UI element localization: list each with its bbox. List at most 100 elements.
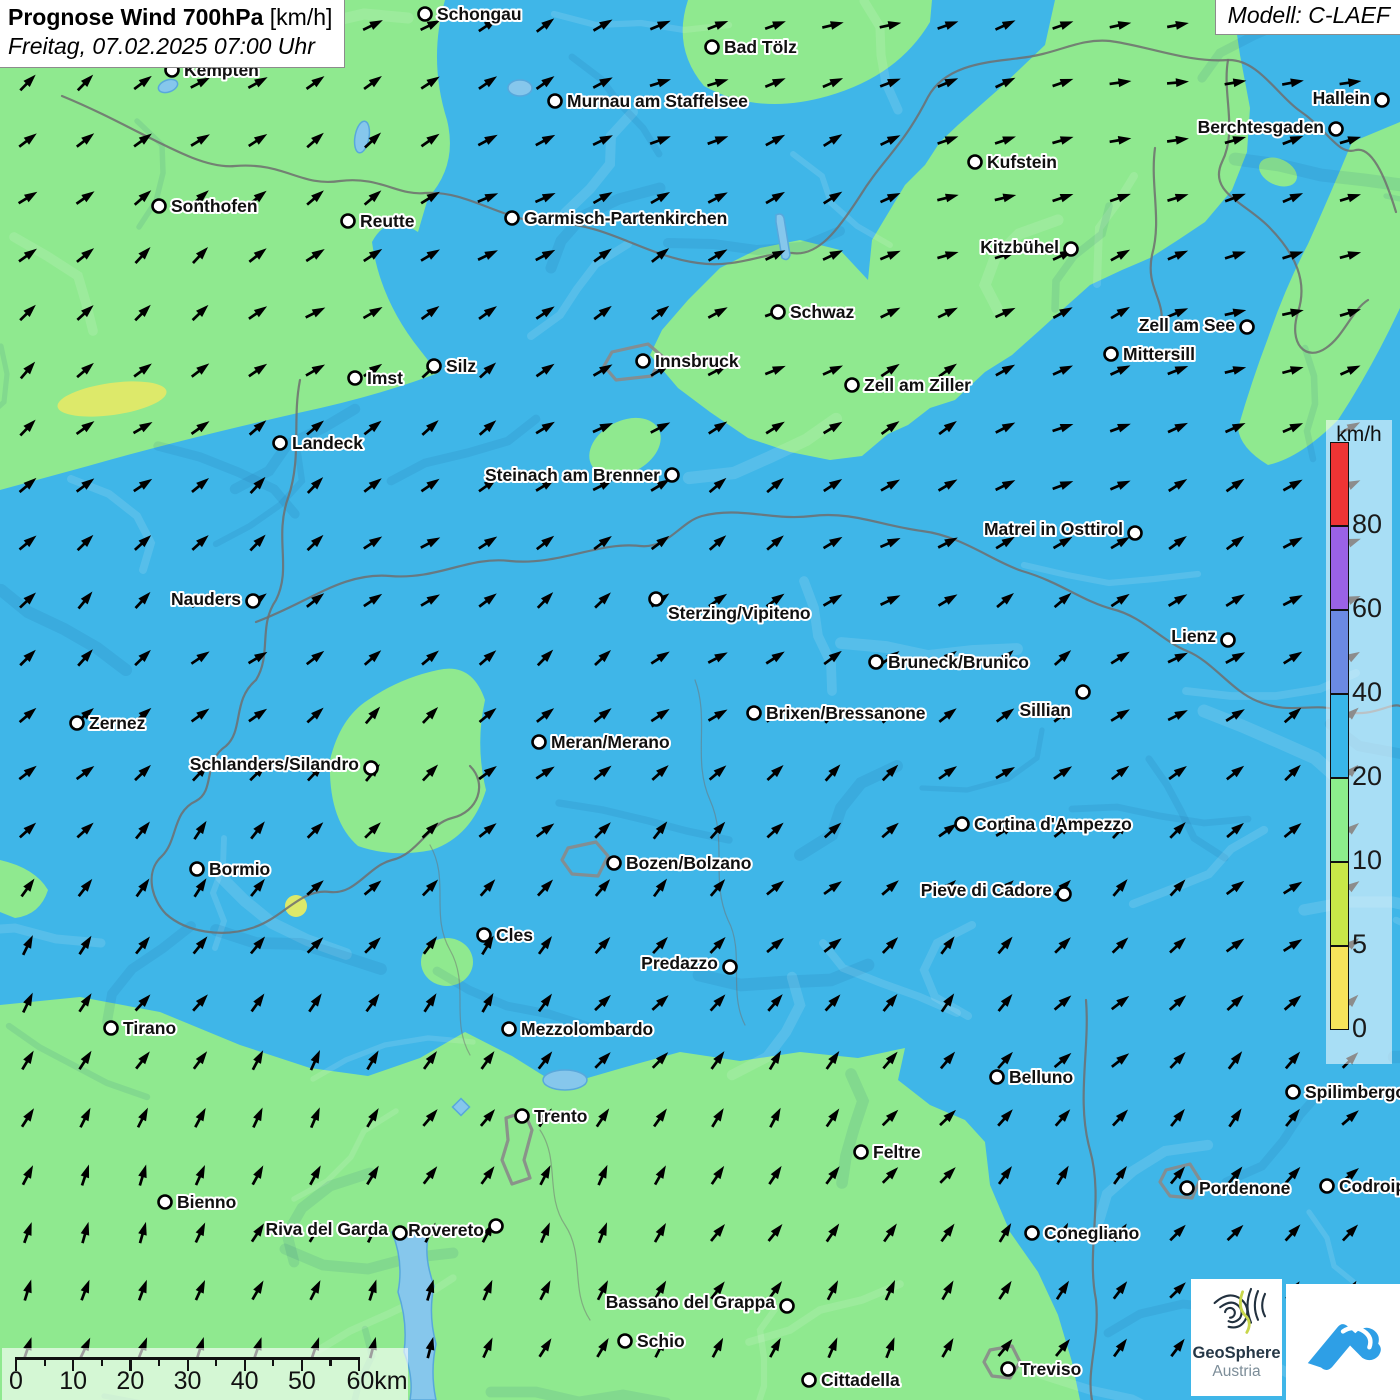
city-dot	[617, 1333, 633, 1349]
mountain-logo-icon	[1307, 1324, 1381, 1370]
city-dot	[426, 358, 442, 374]
city-dot	[1285, 1084, 1301, 1100]
city-label: Kitzbühel	[980, 237, 1059, 257]
city-dot	[417, 6, 433, 22]
city-dot	[770, 304, 786, 320]
city-dot	[746, 705, 762, 721]
scalebar-tick	[215, 1357, 218, 1366]
scalebar-tick	[43, 1357, 46, 1366]
city-label: Conegliano	[1044, 1223, 1139, 1243]
geosphere-country: Austria	[1212, 1363, 1261, 1380]
city-label: Mittersill	[1123, 344, 1195, 364]
legend-tick-label: 0	[1352, 1012, 1368, 1043]
city-dot	[514, 1108, 530, 1124]
city-label: Trento	[534, 1106, 587, 1126]
city-label: Innsbruck	[655, 351, 739, 371]
city-dot	[272, 435, 288, 451]
city-dot	[1000, 1361, 1016, 1377]
city-dot	[157, 1194, 173, 1210]
city-dot	[547, 93, 563, 109]
city-label: Steinach am Brenner	[485, 465, 660, 485]
legend-color-step	[1330, 442, 1349, 526]
city-dot	[844, 377, 860, 393]
wind-map-canvas: SchongauBad TölzKemptenMurnau am Staffel…	[0, 0, 1400, 1400]
city-label: Riva del Garda	[265, 1219, 388, 1239]
city-label: Codroipo	[1339, 1176, 1400, 1196]
city-label: Hallein	[1313, 88, 1370, 108]
legend-color-step	[1330, 610, 1349, 694]
city-dot	[476, 927, 492, 943]
legend-color-step	[1330, 694, 1349, 778]
scalebar-label: 30	[173, 1367, 202, 1395]
city-dot	[954, 816, 970, 832]
wind-speed-legend: km/h 80 60 40 20 10 5 0	[1326, 420, 1392, 1064]
legend-tick-label: 5	[1352, 928, 1368, 959]
valid-time: Freitag, 07.02.2025 07:00 Uhr	[8, 33, 315, 59]
city-label: Nauders	[171, 589, 241, 609]
city-dot	[1103, 346, 1119, 362]
legend-tick-label: 20	[1352, 760, 1383, 791]
city-label: Schwaz	[790, 302, 854, 322]
city-label: Bormio	[209, 859, 270, 879]
city-dot	[69, 715, 85, 731]
title-parameter: Prognose Wind 700hPa	[8, 4, 264, 30]
legend-color-step	[1330, 778, 1349, 862]
city-label: Silz	[446, 356, 476, 376]
city-dot	[531, 734, 547, 750]
scalebar-label: 0	[9, 1367, 23, 1395]
city-dot	[635, 353, 651, 369]
city-label: Kufstein	[987, 152, 1057, 172]
city-label: Pieve di Cadore	[921, 880, 1053, 900]
city-dot	[1328, 121, 1344, 137]
legend-tick-label: 60	[1352, 592, 1383, 623]
scalebar-tick	[100, 1357, 103, 1366]
city-label: Spilimbergo	[1305, 1082, 1400, 1102]
legend-tick-label: 80	[1352, 508, 1383, 539]
distance-scalebar: 0 10 20 30 40 50 60km	[2, 1348, 408, 1400]
legend-color-step	[1330, 526, 1349, 610]
city-label: Belluno	[1009, 1067, 1073, 1087]
city-dot	[989, 1069, 1005, 1085]
city-dot	[1239, 319, 1255, 335]
city-dot	[1319, 1178, 1335, 1194]
city-label: Bruneck/Brunico	[888, 652, 1029, 672]
city-dot	[779, 1298, 795, 1314]
city-label: Rovereto	[408, 1220, 484, 1240]
city-dot	[103, 1020, 119, 1036]
scalebar-label: 10	[59, 1367, 88, 1395]
city-label: Murnau am Staffelsee	[567, 91, 748, 111]
city-label: Meran/Merano	[551, 732, 670, 752]
city-label: Pordenone	[1199, 1178, 1291, 1198]
city-label: Feltre	[873, 1142, 921, 1162]
city-dot	[868, 654, 884, 670]
city-label: Bienno	[177, 1192, 236, 1212]
lake-staffelsee	[507, 79, 533, 97]
city-label: Schongau	[437, 4, 522, 24]
city-dot	[1374, 92, 1390, 108]
city-dot	[347, 370, 363, 386]
map-title: Prognose Wind 700hPa [km/h]	[8, 4, 332, 31]
city-dot	[1179, 1180, 1195, 1196]
city-label: Treviso	[1020, 1359, 1081, 1379]
city-label: Schlanders/Silandro	[190, 754, 359, 774]
city-dot	[501, 1021, 517, 1037]
city-label: Sonthofen	[171, 196, 258, 216]
scalebar-tick	[329, 1357, 332, 1366]
scalebar-label: 60km	[346, 1367, 408, 1395]
city-dot	[1127, 525, 1143, 541]
city-label: Bozen/Bolzano	[626, 853, 751, 873]
legend-color-step	[1330, 862, 1349, 946]
scalebar-tick	[272, 1357, 275, 1366]
title-unit: [km/h]	[263, 4, 333, 30]
city-label: Berchtesgaden	[1198, 117, 1324, 137]
scalebar-tick	[157, 1357, 161, 1366]
geosphere-name: GeoSphere	[1192, 1344, 1281, 1362]
city-dot	[340, 213, 356, 229]
legend-tick-label: 10	[1352, 844, 1383, 875]
city-label: Garmisch-Partenkirchen	[524, 208, 727, 228]
city-label: Reutte	[360, 211, 415, 231]
city-label: Predazzo	[641, 953, 718, 973]
scalebar-label: 40	[230, 1367, 259, 1395]
model-label: Modell: C-LAEF	[1214, 0, 1400, 35]
city-dot	[504, 210, 520, 226]
